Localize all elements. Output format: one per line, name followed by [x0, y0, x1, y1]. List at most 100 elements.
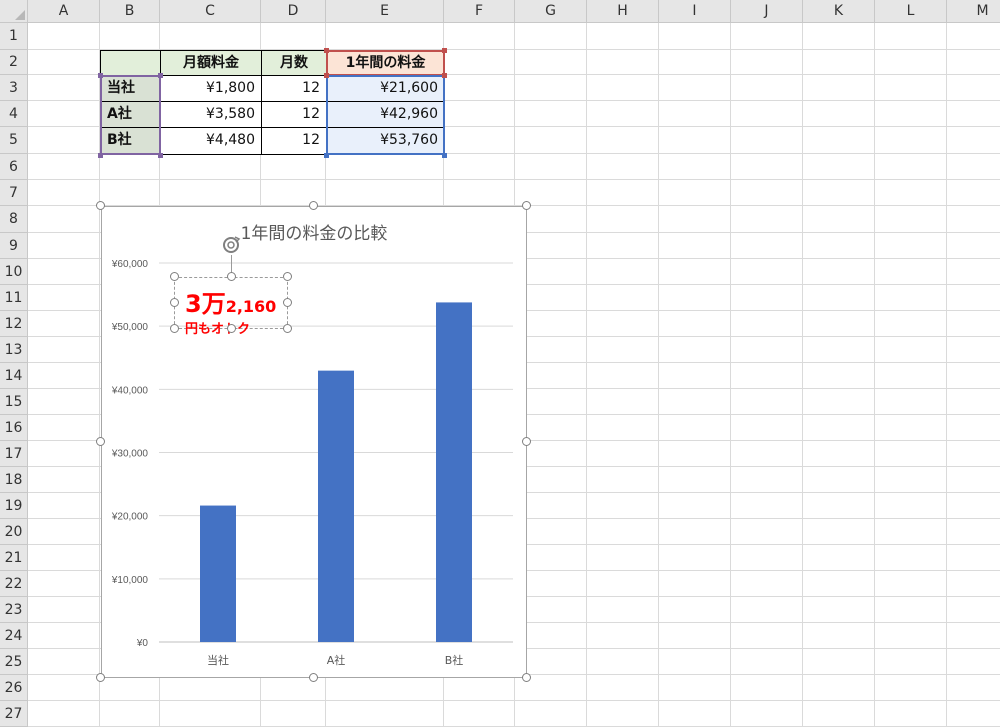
range-handle[interactable]: [442, 73, 447, 78]
column-header-d[interactable]: D: [261, 0, 326, 23]
header-cell-months[interactable]: 月数: [261, 50, 327, 76]
row-header-4[interactable]: 4: [0, 101, 28, 127]
row-header-12[interactable]: 12: [0, 311, 28, 337]
range-handle[interactable]: [98, 73, 103, 78]
callout-textbox[interactable]: 3万2,160 円もオトク: [174, 277, 288, 337]
row-header-8[interactable]: 8: [0, 206, 28, 233]
cell-months-own[interactable]: 12: [261, 75, 327, 102]
row-header-27[interactable]: 27: [0, 701, 28, 727]
row-header-3[interactable]: 3: [0, 75, 28, 101]
header-cell-empty[interactable]: [100, 50, 161, 76]
range-handle[interactable]: [98, 153, 103, 158]
textbox-resize-handle[interactable]: [283, 298, 292, 307]
textbox-resize-handle[interactable]: [170, 272, 179, 281]
chart-resize-handle[interactable]: [522, 437, 531, 446]
textbox-resize-handle[interactable]: [170, 324, 179, 333]
row-header-20[interactable]: 20: [0, 519, 28, 545]
y-tick-label: ¥30,000: [111, 449, 149, 460]
y-tick-label: ¥60,000: [111, 259, 149, 270]
row-header-11[interactable]: 11: [0, 285, 28, 311]
column-header-h[interactable]: H: [587, 0, 659, 23]
row-header-6[interactable]: 6: [0, 154, 28, 180]
x-tick-label: A社: [327, 653, 346, 667]
row-header-10[interactable]: 10: [0, 259, 28, 285]
cell-monthly-a[interactable]: ¥3,580: [160, 101, 262, 128]
x-tick-label: 当社: [207, 653, 229, 667]
row-header-1[interactable]: 1: [0, 23, 28, 50]
column-header-c[interactable]: C: [160, 0, 261, 23]
cell-monthly-own[interactable]: ¥1,800: [160, 75, 262, 102]
row-header-21[interactable]: 21: [0, 545, 28, 571]
range-handle[interactable]: [442, 153, 447, 158]
range-handle[interactable]: [324, 73, 329, 78]
chart-resize-handle[interactable]: [309, 673, 318, 682]
x-tick-label: B社: [445, 653, 464, 667]
chart-resize-handle[interactable]: [309, 201, 318, 210]
textbox-resize-handle[interactable]: [227, 272, 236, 281]
row-header-26[interactable]: 26: [0, 675, 28, 701]
spreadsheet: ABCDEFGHIJKLM 1 2 3 4 5 6 7 8 9 10 11 12 13 14 15 16 17 1…: [0, 0, 1000, 727]
column-header-l[interactable]: L: [875, 0, 947, 23]
cell-months-b[interactable]: 12: [261, 127, 327, 155]
range-handle[interactable]: [324, 153, 329, 158]
row-header-7[interactable]: 7: [0, 180, 28, 206]
column-header-k[interactable]: K: [803, 0, 875, 23]
row-header-2[interactable]: 2: [0, 50, 28, 75]
column-header-j[interactable]: J: [731, 0, 803, 23]
chart-resize-handle[interactable]: [522, 201, 531, 210]
textbox-resize-handle[interactable]: [283, 324, 292, 333]
chart-resize-handle[interactable]: [96, 437, 105, 446]
row-header-16[interactable]: 16: [0, 415, 28, 441]
row-header-9[interactable]: 9: [0, 233, 28, 259]
column-header-a[interactable]: A: [28, 0, 100, 23]
row-header-15[interactable]: 15: [0, 389, 28, 415]
cell-months-a[interactable]: 12: [261, 101, 327, 128]
cell-monthly-b[interactable]: ¥4,480: [160, 127, 262, 155]
row-header-22[interactable]: 22: [0, 571, 28, 597]
column-header-g[interactable]: G: [515, 0, 587, 23]
y-tick-label: ¥40,000: [111, 385, 149, 396]
rotate-handle-icon[interactable]: [219, 233, 243, 257]
chart-area[interactable]: 1年間の料金の比較 ¥0 ¥10,000 ¥20,000 ¥30,000 ¥40,000…: [101, 206, 527, 678]
y-tick-label: ¥10,000: [111, 575, 149, 586]
row-header-18[interactable]: 18: [0, 467, 28, 493]
category-range-outline: [100, 75, 161, 155]
column-header-i[interactable]: I: [659, 0, 731, 23]
bar[interactable]: [318, 370, 354, 642]
chart-resize-handle[interactable]: [96, 201, 105, 210]
bar[interactable]: [200, 505, 236, 642]
row-header-13[interactable]: 13: [0, 337, 28, 363]
row-header-19[interactable]: 19: [0, 493, 28, 519]
row-header-14[interactable]: 14: [0, 363, 28, 389]
bar[interactable]: [436, 302, 472, 642]
column-header-m[interactable]: M: [947, 0, 1000, 23]
header-cell-monthly[interactable]: 月額料金: [160, 50, 262, 76]
row-header-5[interactable]: 5: [0, 127, 28, 154]
chart-plot: ¥0 ¥10,000 ¥20,000 ¥30,000 ¥40,000 ¥50,000 ¥60…: [111, 259, 513, 667]
range-handle[interactable]: [442, 48, 447, 53]
row-header-17[interactable]: 17: [0, 441, 28, 467]
callout-amount: 3万2,160: [185, 284, 276, 319]
range-handle[interactable]: [324, 48, 329, 53]
row-gridline: [28, 179, 1000, 180]
textbox-resize-handle[interactable]: [170, 298, 179, 307]
row-header-25[interactable]: 25: [0, 649, 28, 675]
row-header-23[interactable]: 23: [0, 597, 28, 623]
range-handle[interactable]: [158, 153, 163, 158]
callout-sub-text: 円もオトク: [185, 322, 251, 337]
y-tick-label: ¥50,000: [111, 322, 149, 333]
values-range-outline: [326, 75, 445, 155]
y-tick-label: ¥20,000: [111, 512, 149, 523]
textbox-resize-handle[interactable]: [283, 272, 292, 281]
chart-resize-handle[interactable]: [96, 673, 105, 682]
textbox-resize-handle[interactable]: [227, 324, 236, 333]
column-header-f[interactable]: F: [444, 0, 515, 23]
chart-resize-handle[interactable]: [522, 673, 531, 682]
row-header-24[interactable]: 24: [0, 623, 28, 649]
column-header-b[interactable]: B: [100, 0, 160, 23]
callout-small-text: 2,160: [225, 297, 277, 316]
range-handle[interactable]: [158, 73, 163, 78]
column-header-e[interactable]: E: [326, 0, 444, 23]
select-all-corner[interactable]: [0, 0, 28, 23]
y-tick-label: ¥0: [136, 638, 149, 649]
